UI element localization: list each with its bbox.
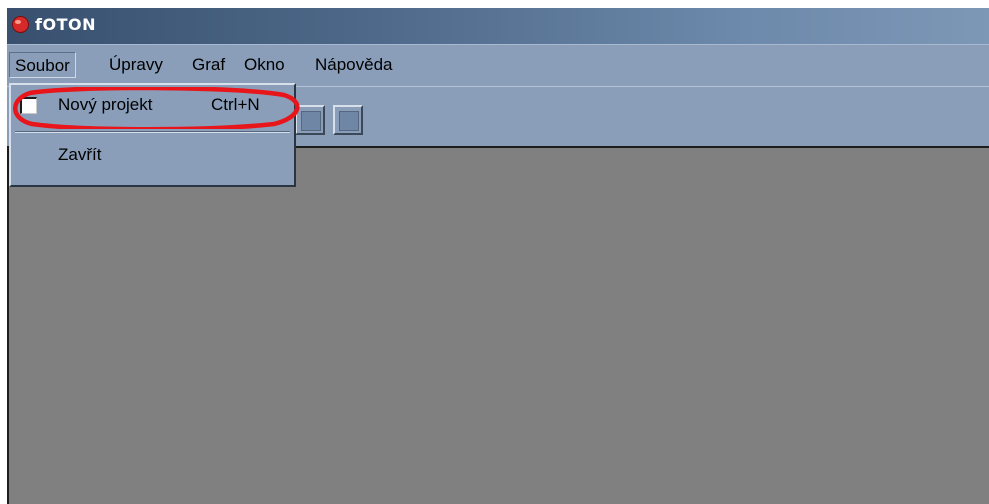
menu-item-zavrit[interactable]: Zavřít xyxy=(11,139,294,173)
menu-okno[interactable]: Okno xyxy=(239,52,290,78)
app-icon xyxy=(12,16,29,33)
toolbar-button-icon xyxy=(301,111,321,131)
menu-item-label: Zavřít xyxy=(58,145,102,164)
new-document-icon xyxy=(20,97,37,114)
menu-item-novy-projekt[interactable]: Nový projekt Ctrl+N xyxy=(11,89,294,123)
mdi-client-area[interactable] xyxy=(7,148,989,504)
menu-upravy[interactable]: Úpravy xyxy=(104,52,168,78)
toolbar-button-icon xyxy=(339,111,359,131)
toolbar-button-3[interactable] xyxy=(333,105,363,135)
menu-separator xyxy=(15,131,290,133)
menu-graf[interactable]: Graf xyxy=(187,52,230,78)
toolbar-button-2[interactable] xyxy=(295,105,325,135)
app-window: fOTON Soubor Úpravy Graf Okno Nápověda N… xyxy=(7,8,989,504)
menu-bar: Soubor Úpravy Graf Okno Nápověda xyxy=(7,44,989,86)
client-edge xyxy=(7,148,9,504)
title-bar[interactable]: fOTON xyxy=(7,8,989,44)
soubor-dropdown: Nový projekt Ctrl+N Zavřít xyxy=(9,83,296,187)
menu-soubor[interactable]: Soubor xyxy=(9,52,76,78)
menu-item-shortcut: Ctrl+N xyxy=(211,95,260,114)
menu-item-label: Nový projekt xyxy=(58,95,153,114)
window-title: fOTON xyxy=(35,15,96,34)
menu-napoveda[interactable]: Nápověda xyxy=(310,52,398,78)
